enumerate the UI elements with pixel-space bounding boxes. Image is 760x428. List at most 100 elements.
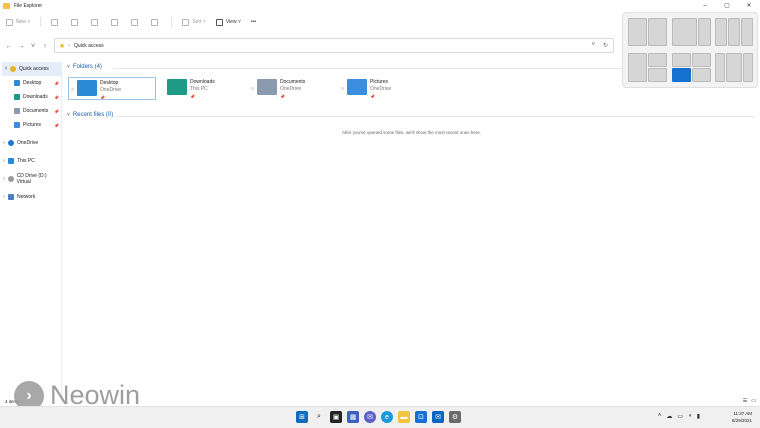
chevron-up-icon[interactable]: ˄ (658, 413, 662, 420)
group-divider (115, 116, 755, 117)
volume-icon[interactable]: ◖ (688, 413, 692, 420)
taskbar: ⊞ ⌕ ▣ ▦ ✉ e ▬ ⊡ ✉ ⚙ ˄ ☁ ▭ ◖ ▮ 11:37 AM 8… (0, 406, 760, 428)
rename-button[interactable] (111, 18, 121, 26)
snap-zone[interactable] (628, 53, 647, 82)
recent-files-group-header[interactable]: ˅ Recent files (0) (67, 112, 113, 118)
snap-zone[interactable] (741, 18, 753, 46)
delete-button[interactable] (151, 18, 161, 26)
folder-name: Downloads (190, 79, 215, 85)
snap-zone[interactable] (743, 53, 753, 82)
snap-zone[interactable] (648, 68, 667, 82)
sidebar-item-label: Network (17, 194, 36, 200)
snap-zone[interactable] (726, 53, 742, 82)
chevron-right-icon[interactable]: › (0, 194, 8, 200)
file-explorer-taskbar-button[interactable]: ▬ (398, 411, 410, 423)
snap-layout-wide-center[interactable] (715, 53, 753, 82)
forward-button[interactable]: → (15, 40, 27, 52)
toolbar-divider (40, 17, 42, 27)
paste-button[interactable] (91, 18, 101, 26)
sidebar-item-this-pc[interactable]: › This PC (0, 154, 61, 168)
start-button[interactable]: ⊞ (296, 411, 308, 423)
snap-zone[interactable] (715, 53, 725, 82)
task-view-button[interactable]: ▣ (330, 411, 342, 423)
pin-icon: 📌 (54, 108, 59, 114)
pin-icon: 📌 (370, 94, 375, 99)
snap-layout-quadrants[interactable] (672, 53, 712, 82)
desktop-folder-icon (77, 80, 97, 96)
settings-button[interactable]: ⚙ (449, 411, 461, 423)
copy-button[interactable] (71, 18, 81, 26)
snap-layout-left-right-split[interactable] (628, 53, 667, 82)
folder-name: Desktop (100, 80, 119, 86)
folder-tile-pictures[interactable]: ○ Pictures OneDrive 📌 (339, 77, 427, 100)
see-more-button[interactable]: ••• (251, 19, 256, 25)
snap-zone[interactable] (628, 18, 647, 46)
sidebar-item-pictures[interactable]: Pictures 📌 (0, 118, 61, 132)
snap-zone[interactable] (672, 53, 691, 67)
new-button[interactable]: New ˅ (6, 18, 30, 26)
teams-chat-button[interactable]: ✉ (364, 411, 376, 423)
store-button[interactable]: ⊡ (415, 411, 427, 423)
pin-icon: 📌 (54, 80, 59, 86)
snap-layout-two-thirds[interactable] (672, 18, 711, 46)
chevron-right-icon[interactable]: › (0, 176, 8, 182)
copy-icon (71, 18, 79, 26)
chevron-down-icon[interactable]: ˅ (2, 66, 10, 72)
snap-zone[interactable] (672, 18, 697, 46)
back-button[interactable]: ← (3, 40, 15, 52)
breadcrumb-quick-access[interactable]: Quick access (74, 43, 104, 49)
toolbar-divider (171, 17, 173, 27)
folder-tile-desktop[interactable]: ○ Desktop OneDrive 📌 (68, 77, 156, 100)
display-icon[interactable]: ▭ (677, 413, 683, 420)
downloads-folder-icon (167, 79, 187, 95)
snap-zone[interactable] (648, 18, 667, 46)
sidebar-item-onedrive[interactable]: › OneDrive (0, 136, 61, 150)
chevron-right-icon[interactable]: › (0, 158, 8, 164)
sidebar-item-desktop[interactable]: Desktop 📌 (0, 76, 61, 90)
sidebar-item-downloads[interactable]: Downloads 📌 (0, 90, 61, 104)
sidebar-item-cd-drive[interactable]: › CD Drive (D:) Virtual (0, 172, 61, 186)
cut-button[interactable] (51, 18, 61, 26)
details-view-button[interactable]: ☰ (743, 398, 747, 404)
close-button[interactable]: ✕ (738, 0, 760, 11)
address-dropdown-button[interactable]: ˅ (591, 42, 595, 49)
cloud-icon[interactable]: ☁ (666, 413, 672, 420)
folder-tile-documents[interactable]: ○ Documents OneDrive 📌 (249, 77, 337, 100)
search-button[interactable]: ⌕ (313, 411, 325, 423)
up-button[interactable]: ↑ (39, 40, 51, 52)
address-bar[interactable]: ★ › Quick access ˅ ↻ (54, 38, 614, 53)
sidebar-item-network[interactable]: › Network (0, 190, 61, 204)
battery-icon[interactable]: ▮ (697, 413, 700, 420)
snap-zone[interactable] (715, 18, 727, 46)
widgets-button[interactable]: ▦ (347, 411, 359, 423)
desktop-icon (14, 80, 20, 86)
edge-button[interactable]: e (381, 411, 393, 423)
refresh-button[interactable]: ↻ (603, 42, 608, 49)
snap-zone[interactable] (698, 18, 711, 46)
mail-button[interactable]: ✉ (432, 411, 444, 423)
snap-zone[interactable] (692, 53, 711, 67)
snap-zone[interactable] (728, 18, 740, 46)
snap-layout-thirds[interactable] (715, 18, 753, 46)
recent-locations-button[interactable]: ˅ (27, 40, 39, 52)
chevron-right-icon[interactable]: › (0, 140, 8, 146)
clock-time: 11:37 AM (733, 411, 752, 416)
sidebar-item-label: Documents (23, 108, 49, 114)
sidebar-item-documents[interactable]: Documents 📌 (0, 104, 61, 118)
sort-button[interactable]: Sort ˅ (182, 18, 206, 26)
snap-zone[interactable] (648, 53, 667, 67)
navigation-row: ← → ˅ ↑ ★ › Quick access ˅ ↻ (0, 37, 620, 55)
snap-zone-selected[interactable] (672, 68, 691, 82)
folder-tile-downloads[interactable]: Downloads This PC 📌 (159, 77, 247, 100)
sidebar-item-label: Pictures (23, 122, 42, 128)
tiles-view-button[interactable]: ▭ (751, 398, 756, 404)
snap-zone[interactable] (692, 68, 711, 82)
sidebar-item-quick-access[interactable]: ˅ Quick access (2, 62, 62, 76)
maximize-button[interactable]: ▢ (716, 0, 738, 11)
share-button[interactable] (131, 18, 141, 26)
folders-group-header[interactable]: ˅ Folders (4) (67, 64, 102, 70)
view-button[interactable]: View ˅ (215, 18, 241, 26)
minimize-button[interactable]: – (694, 0, 716, 11)
snap-layout-halves[interactable] (628, 18, 667, 46)
clock[interactable]: 11:37 AM 8/29/2021 (732, 410, 752, 424)
